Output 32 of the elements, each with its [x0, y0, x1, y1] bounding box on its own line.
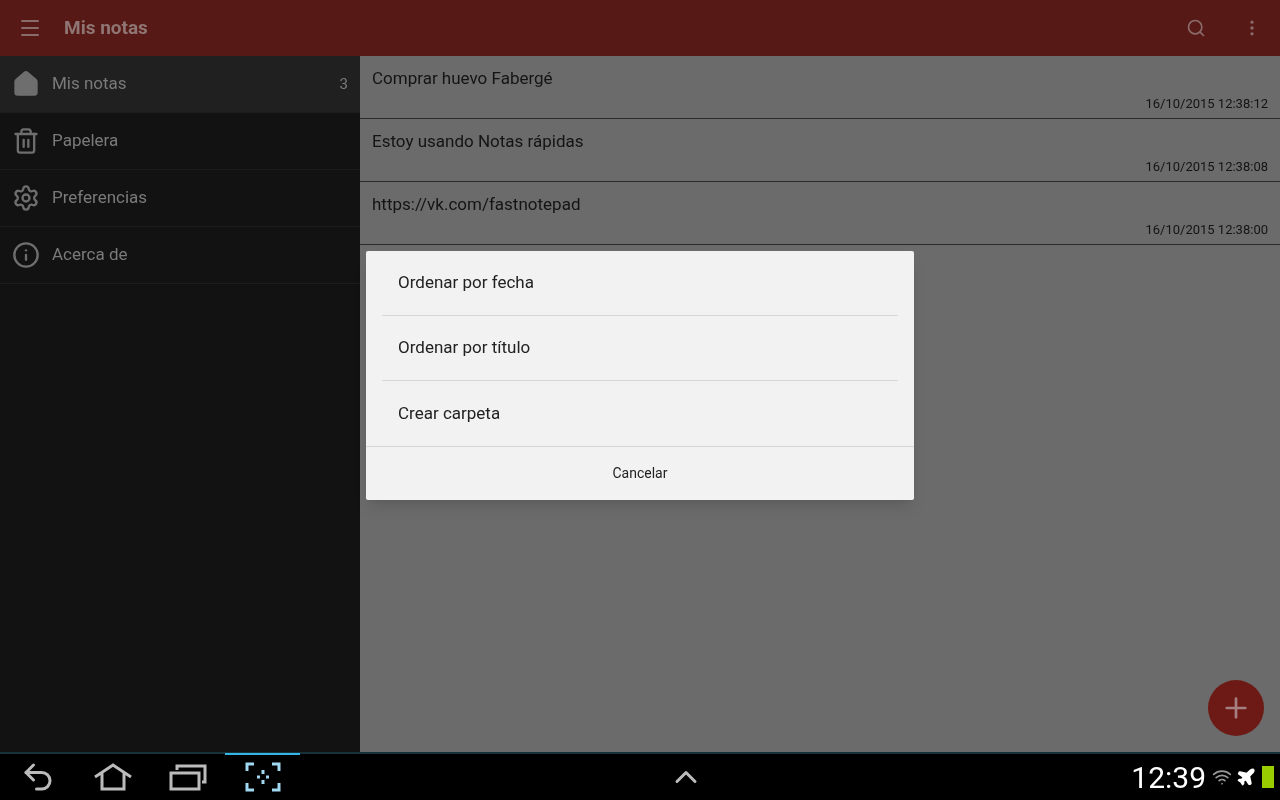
- home-icon: [92, 761, 133, 793]
- sidebar-item[interactable]: Mis notas 3: [0, 56, 360, 113]
- note-date: 16/10/2015 12:38:00: [1145, 220, 1268, 239]
- note-title: Comprar huevo Fabergé: [372, 67, 554, 90]
- sidebar-label: Preferencias: [52, 186, 149, 210]
- dialog-option[interactable]: Ordenar por fecha: [382, 251, 898, 316]
- sidebar-label: Acerca de: [52, 243, 129, 267]
- airplane-icon: [1236, 767, 1256, 787]
- battery-icon: [1262, 766, 1274, 788]
- dialog-option[interactable]: Ordenar por título: [382, 316, 898, 381]
- note-count: 3: [339, 73, 348, 95]
- screenshot-icon: [244, 761, 281, 793]
- search-icon[interactable]: [1186, 18, 1206, 38]
- note-row[interactable]: Comprar huevo Fabergé 16/10/2015 12:38:12: [360, 56, 1280, 119]
- note-title: Estoy usando Notas rápidas: [372, 130, 585, 153]
- settings-icon: [12, 184, 40, 212]
- dialog-option[interactable]: Crear carpeta: [382, 381, 898, 446]
- add-button[interactable]: [1208, 680, 1264, 736]
- note-row[interactable]: https://vk.com/fastnotepad 16/10/2015 12:38:00: [360, 182, 1280, 245]
- app-title: Mis notas: [64, 14, 148, 41]
- cancel-button[interactable]: Cancelar: [366, 446, 914, 500]
- wifi-icon: [1212, 767, 1232, 787]
- note-row[interactable]: Estoy usando Notas rápidas 16/10/2015 12:38:08: [360, 119, 1280, 182]
- sidebar-label: Mis notas: [52, 72, 128, 96]
- trash-icon: [12, 127, 40, 155]
- note-title: https://vk.com/fastnotepad: [372, 193, 582, 216]
- clock: 12:39: [1131, 758, 1206, 797]
- home-icon: [12, 70, 40, 98]
- note-date: 16/10/2015 12:38:08: [1145, 157, 1268, 176]
- note-date: 16/10/2015 12:38:12: [1145, 94, 1268, 113]
- sidebar-label: Papelera: [52, 129, 120, 153]
- info-icon: [12, 241, 40, 269]
